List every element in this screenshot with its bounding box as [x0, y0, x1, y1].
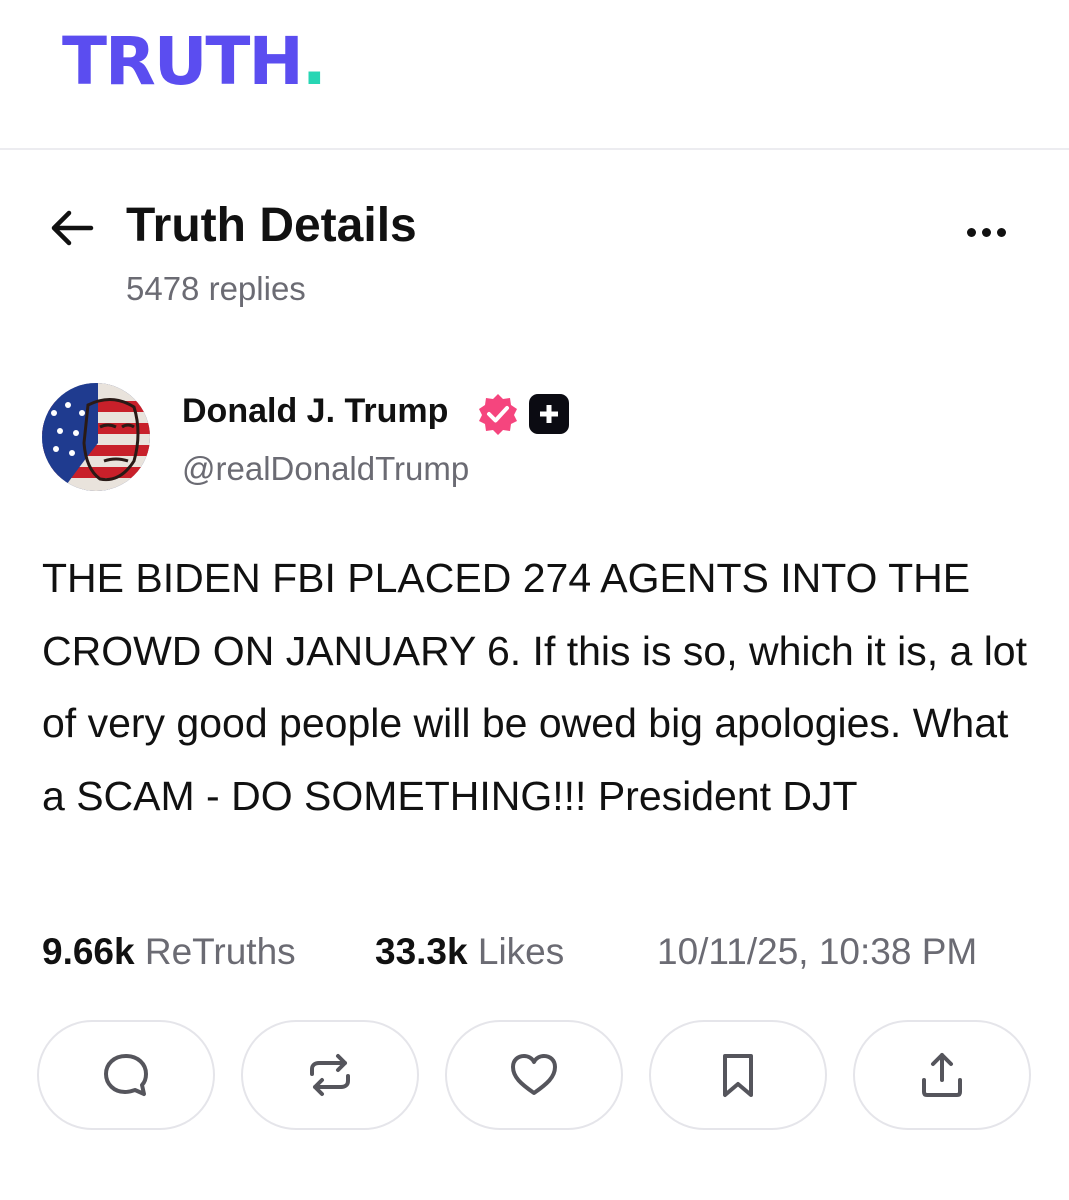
- verified-badge-icon: [476, 392, 520, 436]
- arrow-left-icon: [51, 210, 94, 246]
- likes-stat[interactable]: 33.3k Likes: [375, 928, 564, 976]
- like-button[interactable]: [445, 1020, 623, 1130]
- action-bar: [37, 1020, 1033, 1134]
- author-handle[interactable]: @realDonaldTrump: [182, 450, 469, 488]
- page-title: Truth Details: [126, 199, 417, 252]
- back-button[interactable]: [48, 204, 96, 252]
- retruths-label: ReTruths: [144, 931, 296, 972]
- bookmark-icon: [723, 1054, 753, 1097]
- reply-count: 5478 replies: [126, 270, 306, 307]
- truth-social-logo[interactable]: TRUTH.: [62, 22, 327, 102]
- more-dot: [996, 227, 1006, 237]
- more-dot: [981, 227, 991, 237]
- logo-text: TRUTH: [62, 23, 304, 100]
- likes-label: Likes: [477, 931, 565, 972]
- post-timestamp: 10/11/25, 10:38 PM: [657, 931, 978, 972]
- author-name[interactable]: Donald J. Trump: [182, 392, 448, 431]
- reply-button[interactable]: [37, 1020, 215, 1130]
- retruth-button[interactable]: [241, 1020, 419, 1130]
- post-body: THE BIDEN FBI PLACED 274 AGENTS INTO THE…: [42, 555, 1028, 819]
- truth-plus-badge-icon: [529, 394, 569, 434]
- likes-count: 33.3k: [375, 931, 468, 972]
- more-options-button[interactable]: [954, 212, 1018, 252]
- brand-bar: TRUTH.: [0, 0, 1069, 150]
- logo-dot: .: [301, 23, 327, 100]
- avatar[interactable]: [42, 383, 150, 491]
- avatar-image: [42, 383, 150, 491]
- retruths-count: 9.66k: [42, 931, 135, 972]
- share-icon: [922, 1053, 962, 1097]
- like-heart-icon: [511, 1054, 557, 1095]
- share-button[interactable]: [853, 1020, 1031, 1130]
- reply-icon: [104, 1054, 148, 1096]
- more-dot: [966, 227, 976, 237]
- detail-header: Truth Details 5478 replies: [0, 190, 1069, 320]
- bookmark-button[interactable]: [649, 1020, 827, 1130]
- retruth-icon: [310, 1054, 350, 1096]
- retruths-stat[interactable]: 9.66k ReTruths: [42, 928, 296, 976]
